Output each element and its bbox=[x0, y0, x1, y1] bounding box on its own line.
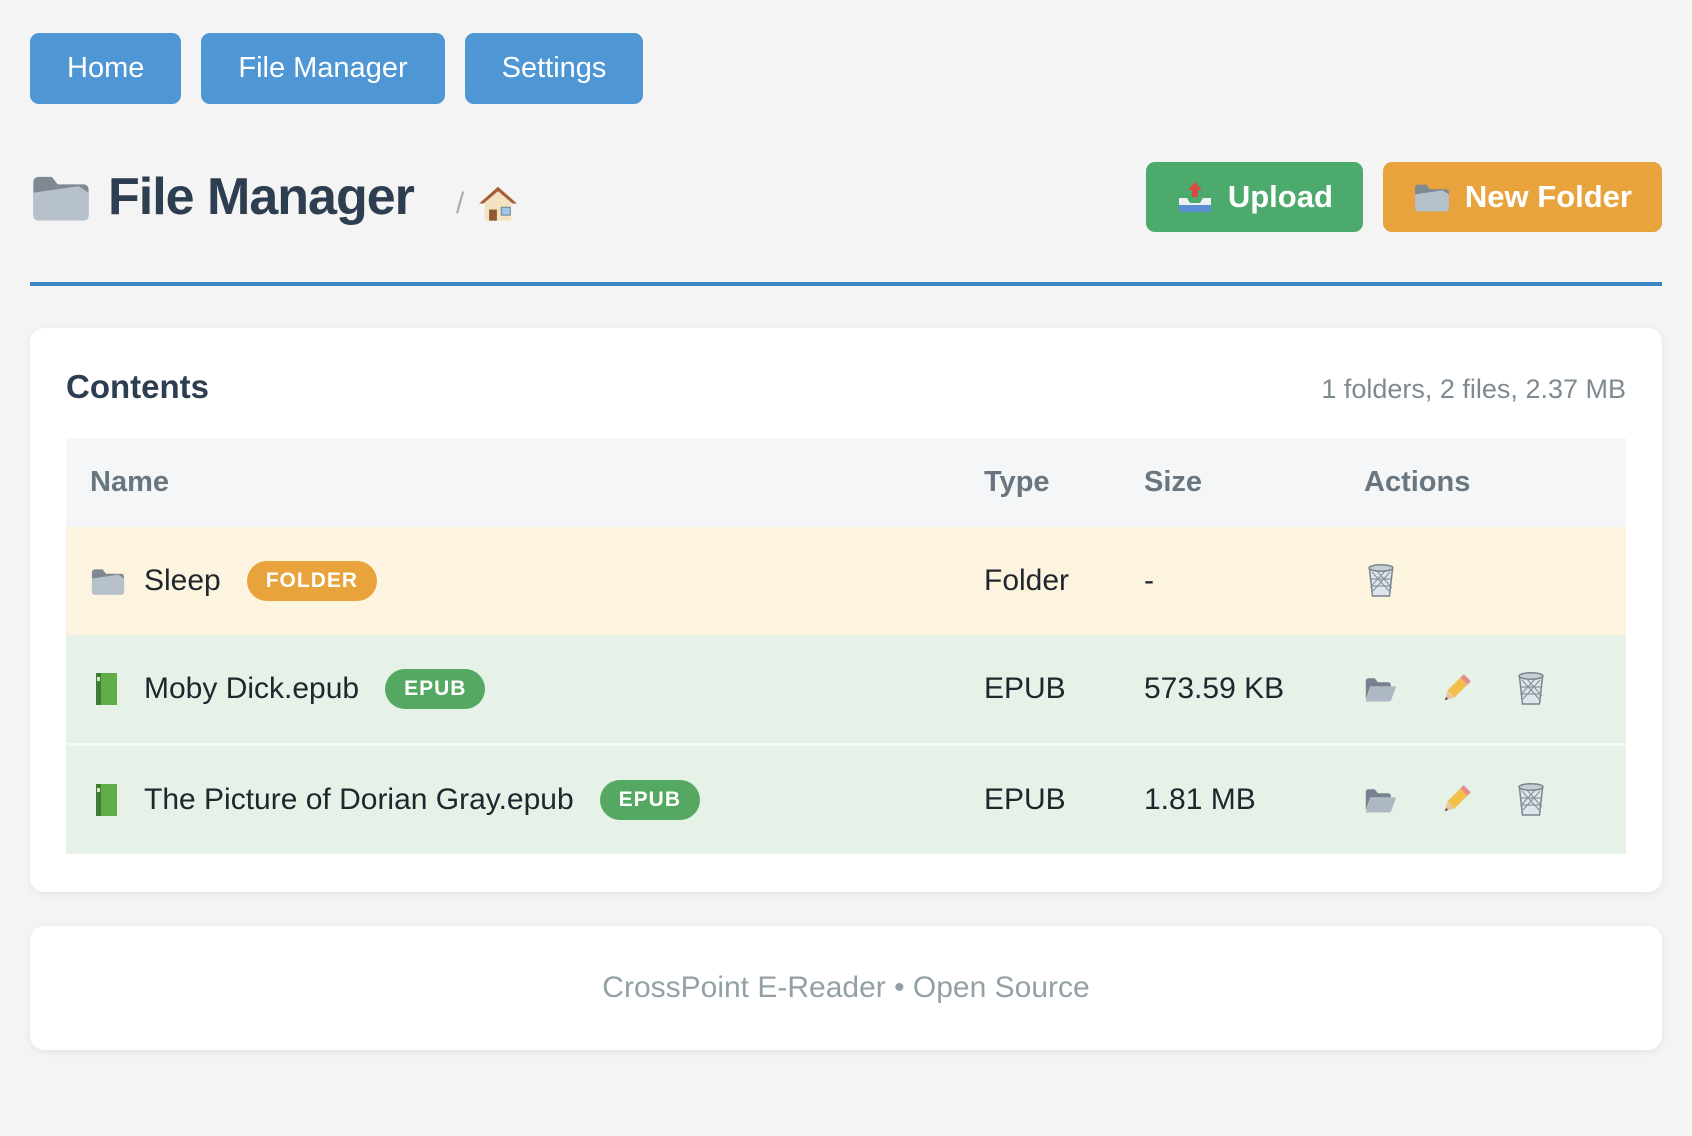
file-table-header: Name Type Size Actions bbox=[66, 438, 1626, 527]
contents-summary: 1 folders, 2 files, 2.37 MB bbox=[1321, 374, 1626, 405]
upload-button-label: Upload bbox=[1228, 179, 1333, 215]
column-header-actions: Actions bbox=[1340, 438, 1626, 527]
file-size: - bbox=[1120, 527, 1340, 635]
new-folder-icon bbox=[1413, 180, 1451, 214]
breadcrumb: / bbox=[456, 185, 518, 223]
column-header-size: Size bbox=[1120, 438, 1340, 527]
nav-settings-button[interactable]: Settings bbox=[465, 33, 644, 104]
breadcrumb-separator: / bbox=[456, 187, 464, 221]
nav-home-button[interactable]: Home bbox=[30, 33, 181, 104]
epub-badge: EPUB bbox=[385, 669, 485, 709]
epub-badge: EPUB bbox=[600, 780, 700, 820]
file-type: Folder bbox=[960, 527, 1120, 635]
page-header: File Manager / Upload New Folder bbox=[30, 162, 1662, 232]
home-icon[interactable] bbox=[478, 185, 518, 223]
upload-button[interactable]: Upload bbox=[1146, 162, 1363, 232]
book-icon bbox=[90, 672, 126, 706]
name-cell: Moby Dick.epub EPUB bbox=[90, 669, 936, 709]
delete-icon[interactable] bbox=[1514, 671, 1548, 707]
upload-icon bbox=[1176, 180, 1214, 214]
rename-icon[interactable] bbox=[1439, 782, 1473, 818]
file-type: EPUB bbox=[960, 635, 1120, 745]
footer-card: CrossPoint E-Reader • Open Source bbox=[30, 926, 1662, 1050]
actions-cell bbox=[1364, 563, 1602, 599]
file-size: 1.81 MB bbox=[1120, 745, 1340, 855]
page-title: File Manager bbox=[108, 167, 414, 227]
file-name[interactable]: The Picture of Dorian Gray.epub bbox=[144, 783, 574, 817]
top-nav: Home File Manager Settings bbox=[30, 33, 1662, 104]
rename-icon[interactable] bbox=[1439, 671, 1473, 707]
column-header-type: Type bbox=[960, 438, 1120, 527]
folder-icon bbox=[30, 170, 92, 224]
name-cell: The Picture of Dorian Gray.epub EPUB bbox=[90, 780, 936, 820]
contents-title: Contents bbox=[66, 368, 209, 406]
column-header-name: Name bbox=[66, 438, 960, 527]
new-folder-button-label: New Folder bbox=[1465, 179, 1632, 215]
file-name[interactable]: Sleep bbox=[144, 564, 221, 598]
file-manager-page: Home File Manager Settings File Manager … bbox=[0, 0, 1692, 1136]
actions-cell bbox=[1364, 782, 1602, 818]
move-icon[interactable] bbox=[1364, 782, 1398, 818]
folder-icon bbox=[90, 564, 126, 598]
table-row-sleep[interactable]: Sleep FOLDER Folder - bbox=[66, 527, 1626, 635]
folder-badge: FOLDER bbox=[247, 561, 377, 601]
header-actions: Upload New Folder bbox=[1146, 162, 1662, 232]
contents-card: Contents 1 folders, 2 files, 2.37 MB Nam… bbox=[30, 328, 1662, 892]
nav-file-manager-button[interactable]: File Manager bbox=[201, 33, 444, 104]
contents-card-header: Contents 1 folders, 2 files, 2.37 MB bbox=[66, 368, 1626, 406]
footer-text: CrossPoint E-Reader • Open Source bbox=[30, 971, 1662, 1005]
file-type: EPUB bbox=[960, 745, 1120, 855]
delete-icon[interactable] bbox=[1514, 782, 1548, 818]
book-icon bbox=[90, 783, 126, 817]
actions-cell bbox=[1364, 671, 1602, 707]
table-row-moby-dick[interactable]: Moby Dick.epub EPUB EPUB 573.59 KB bbox=[66, 635, 1626, 745]
file-size: 573.59 KB bbox=[1120, 635, 1340, 745]
move-icon[interactable] bbox=[1364, 671, 1398, 707]
delete-icon[interactable] bbox=[1364, 563, 1398, 599]
header-divider bbox=[30, 282, 1662, 286]
file-table: Name Type Size Actions Sleep FOLDER F bbox=[66, 438, 1626, 854]
file-name[interactable]: Moby Dick.epub bbox=[144, 672, 359, 706]
title-group: File Manager / bbox=[30, 167, 518, 227]
name-cell: Sleep FOLDER bbox=[90, 561, 936, 601]
new-folder-button[interactable]: New Folder bbox=[1383, 162, 1662, 232]
table-row-dorian-gray[interactable]: The Picture of Dorian Gray.epub EPUB EPU… bbox=[66, 745, 1626, 855]
